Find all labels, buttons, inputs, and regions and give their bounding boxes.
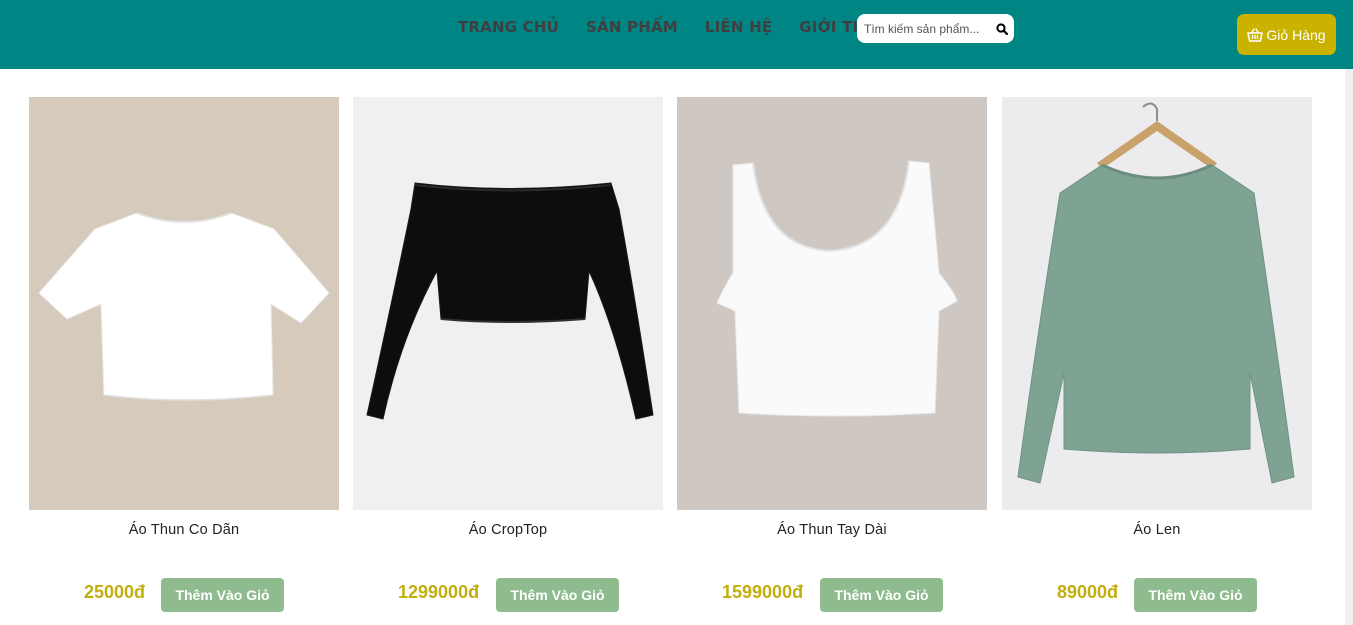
product-card: Áo Len 89000đ Thêm Vào Giỏ bbox=[1002, 97, 1312, 625]
cart-label: Giỏ Hàng bbox=[1266, 26, 1326, 43]
search-input[interactable] bbox=[864, 15, 994, 42]
product-image[interactable] bbox=[29, 97, 339, 510]
search-icon[interactable] bbox=[996, 22, 1009, 36]
product-price: 1599000đ bbox=[722, 582, 804, 602]
basket-icon bbox=[1247, 27, 1264, 42]
product-image[interactable] bbox=[677, 97, 987, 510]
nav-link-home[interactable]: TRANG CHỦ bbox=[458, 18, 559, 36]
product-price: 89000đ bbox=[1057, 582, 1119, 602]
product-name: Áo Len bbox=[1133, 522, 1181, 538]
cart-button[interactable]: Giỏ Hàng bbox=[1237, 14, 1336, 55]
main-nav: TRANG CHỦ SẢN PHẨM LIÊN HỆ GIỚI THIỆU bbox=[458, 18, 894, 36]
nav-link-products[interactable]: SẢN PHẨM bbox=[586, 18, 678, 36]
product-card: Áo Thun Co Dãn 25000đ Thêm Vào Giỏ bbox=[29, 97, 339, 625]
product-name: Áo Thun Tay Dài bbox=[777, 522, 887, 538]
search-box bbox=[857, 14, 1014, 43]
product-image[interactable] bbox=[1002, 97, 1312, 510]
product-price: 1299000đ bbox=[398, 582, 480, 602]
add-to-cart-button[interactable]: Thêm Vào Giỏ bbox=[161, 578, 284, 612]
add-to-cart-button[interactable]: Thêm Vào Giỏ bbox=[1134, 578, 1257, 612]
nav-link-contact[interactable]: LIÊN HỆ bbox=[705, 18, 772, 36]
product-image[interactable] bbox=[353, 97, 663, 510]
add-to-cart-button[interactable]: Thêm Vào Giỏ bbox=[820, 578, 943, 612]
top-navbar: TRANG CHỦ SẢN PHẨM LIÊN HỆ GIỚI THIỆU Gi… bbox=[0, 0, 1353, 69]
add-to-cart-button[interactable]: Thêm Vào Giỏ bbox=[496, 578, 619, 612]
product-card: Áo Thun Tay Dài 1599000đ Thêm Vào Giỏ bbox=[677, 97, 987, 625]
product-name: Áo CropTop bbox=[468, 522, 548, 538]
product-name: Áo Thun Co Dãn bbox=[128, 522, 240, 538]
product-card: Áo CropTop 1299000đ Thêm Vào Giỏ bbox=[353, 97, 663, 625]
scrollbar[interactable] bbox=[1345, 69, 1353, 625]
product-grid: Áo Thun Co Dãn 25000đ Thêm Vào Giỏ Áo Cr… bbox=[0, 97, 1345, 625]
product-price: 25000đ bbox=[84, 582, 146, 602]
